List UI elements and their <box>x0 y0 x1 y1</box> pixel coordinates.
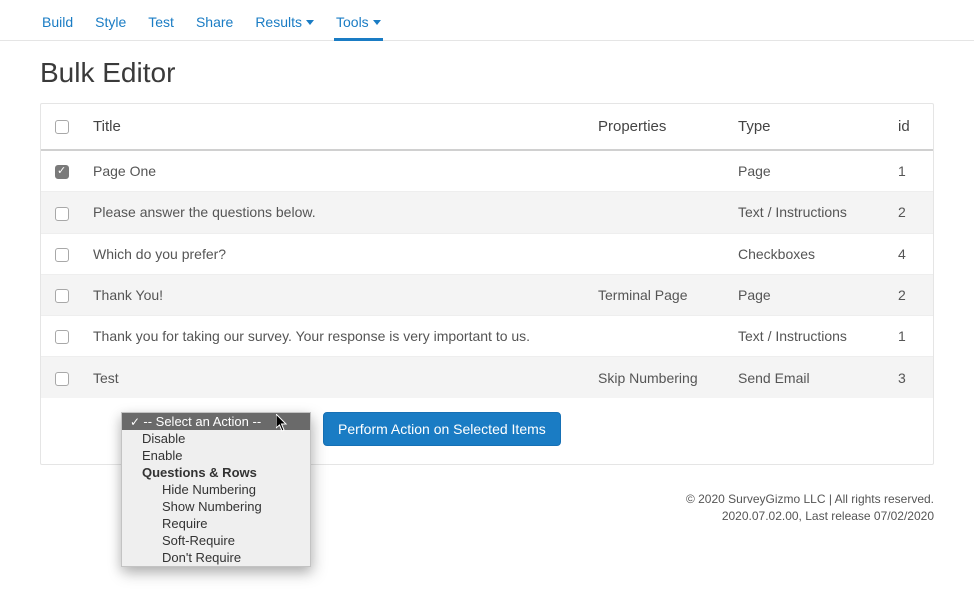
action-option[interactable]: Enable <box>122 447 310 464</box>
table-row: TestSkip NumberingSend Email3 <box>41 357 933 398</box>
nav-tab-style[interactable]: Style <box>93 10 128 40</box>
cell-title: Thank You! <box>83 274 588 315</box>
cell-title: Please answer the questions below. <box>83 192 588 233</box>
cell-title: Test <box>83 357 588 398</box>
cell-id: 2 <box>888 274 933 315</box>
action-option[interactable]: -- Select an Action -- <box>122 413 310 430</box>
items-table: Title Properties Type id Page OnePage1Pl… <box>41 104 933 398</box>
cell-type: Page <box>728 150 888 192</box>
row-checkbox[interactable] <box>55 372 69 386</box>
cell-properties <box>588 233 728 274</box>
cell-type: Send Email <box>728 357 888 398</box>
cell-type: Checkboxes <box>728 233 888 274</box>
chevron-down-icon <box>373 20 381 25</box>
cell-id: 4 <box>888 233 933 274</box>
cell-title: Page One <box>83 150 588 192</box>
cell-id: 2 <box>888 192 933 233</box>
row-checkbox[interactable] <box>55 207 69 221</box>
header-title[interactable]: Title <box>83 104 588 150</box>
action-option[interactable]: Hide Numbering <box>122 481 310 498</box>
action-option[interactable]: Don't Require <box>122 549 310 566</box>
nav-tab-test[interactable]: Test <box>146 10 176 40</box>
action-option[interactable]: Show Numbering <box>122 498 310 515</box>
cell-type: Text / Instructions <box>728 192 888 233</box>
cell-type: Text / Instructions <box>728 316 888 357</box>
bulk-editor-panel: Title Properties Type id Page OnePage1Pl… <box>40 103 934 465</box>
nav-tab-results[interactable]: Results <box>253 10 316 40</box>
action-option[interactable]: Require <box>122 515 310 532</box>
row-checkbox[interactable] <box>55 289 69 303</box>
table-row: Page One Page1 <box>41 150 933 192</box>
top-nav: Build Style Test Share Results Tools <box>0 0 974 41</box>
cell-id: 1 <box>888 150 933 192</box>
action-select-dropdown[interactable]: -- Select an Action --DisableEnableQuest… <box>121 412 311 567</box>
nav-tab-share[interactable]: Share <box>194 10 235 40</box>
option-group-label: Questions & Rows <box>122 464 310 481</box>
cell-type: Page <box>728 274 888 315</box>
table-row: Please answer the questions below. Text /… <box>41 192 933 233</box>
action-option[interactable]: Disable <box>122 430 310 447</box>
header-properties[interactable]: Properties <box>588 104 728 150</box>
cell-properties: Terminal Page <box>588 274 728 315</box>
cell-properties <box>588 150 728 192</box>
cell-id: 1 <box>888 316 933 357</box>
cell-properties: Skip Numbering <box>588 357 728 398</box>
header-type[interactable]: Type <box>728 104 888 150</box>
table-row: Thank you for taking our survey. Your re… <box>41 316 933 357</box>
nav-tab-build[interactable]: Build <box>40 10 75 40</box>
table-row: Which do you prefer? Checkboxes4 <box>41 233 933 274</box>
row-checkbox[interactable] <box>55 165 69 179</box>
cell-title: Thank you for taking our survey. Your re… <box>83 316 588 357</box>
cell-id: 3 <box>888 357 933 398</box>
chevron-down-icon <box>306 20 314 25</box>
perform-action-button[interactable]: Perform Action on Selected Items <box>323 412 561 446</box>
row-checkbox[interactable] <box>55 248 69 262</box>
cell-properties <box>588 316 728 357</box>
cell-properties <box>588 192 728 233</box>
table-row: Thank You!Terminal PagePage2 <box>41 274 933 315</box>
nav-tab-tools[interactable]: Tools <box>334 10 383 40</box>
action-bar: Perform Action on Selected Items -- Sele… <box>41 398 933 464</box>
header-id[interactable]: id <box>888 104 933 150</box>
action-option[interactable]: Soft-Require <box>122 532 310 549</box>
select-all-checkbox[interactable] <box>55 120 69 134</box>
page-title: Bulk Editor <box>40 57 934 89</box>
cell-title: Which do you prefer? <box>83 233 588 274</box>
row-checkbox[interactable] <box>55 330 69 344</box>
